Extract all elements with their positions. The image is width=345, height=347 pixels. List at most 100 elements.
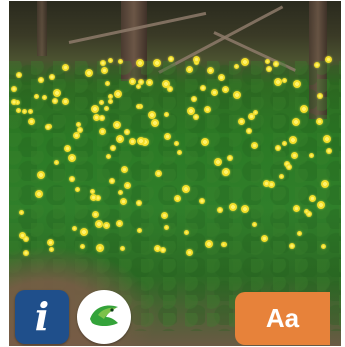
yellow-flower: [124, 182, 131, 189]
yellow-flower: [182, 185, 190, 193]
yellow-flower: [64, 145, 71, 152]
yellow-flower: [99, 128, 106, 135]
yellow-flower: [108, 58, 113, 63]
yellow-flower: [34, 94, 39, 99]
yellow-flower: [218, 74, 225, 81]
yellow-flower: [317, 201, 325, 209]
yellow-flower: [105, 81, 110, 86]
yellow-flower: [35, 190, 43, 198]
yellow-flower: [95, 220, 103, 228]
yellow-flower: [69, 176, 75, 182]
yellow-flower: [174, 141, 179, 146]
bird-logo-icon: [90, 305, 118, 326]
text-size-label: Aa: [265, 303, 300, 333]
yellow-flower: [314, 62, 320, 68]
yellow-flower: [238, 118, 245, 125]
yellow-flower: [155, 170, 162, 177]
yellow-flower: [49, 74, 55, 80]
yellow-flower: [108, 94, 113, 99]
yellow-flower: [99, 100, 104, 105]
yellow-flower: [214, 158, 222, 166]
yellow-flower: [118, 190, 123, 195]
yellow-flower: [205, 240, 213, 248]
yellow-flower: [193, 56, 200, 63]
yellow-flower: [162, 80, 170, 88]
yellow-flower: [129, 78, 136, 85]
yellow-flower: [222, 168, 230, 176]
yellow-flower: [93, 114, 100, 121]
yellow-flower: [136, 59, 144, 67]
yellow-flower: [19, 210, 24, 215]
yellow-flower: [201, 138, 209, 146]
yellow-flower: [297, 231, 302, 236]
yellow-flower: [252, 222, 257, 227]
yellow-flower: [42, 95, 47, 100]
yellow-flower: [151, 119, 159, 127]
yellow-flower: [110, 145, 116, 151]
yellow-flower: [116, 135, 124, 143]
yellow-flower: [11, 99, 17, 105]
yellow-flower: [106, 154, 111, 159]
yellow-flower: [80, 228, 88, 236]
yellow-flower: [326, 148, 332, 154]
yellow-flower: [101, 67, 108, 74]
yellow-flower: [291, 152, 298, 159]
yellow-flower: [137, 137, 145, 145]
yellow-flower: [233, 91, 241, 99]
yellow-flower: [85, 69, 93, 77]
yellow-flower: [265, 59, 270, 64]
yellow-flower: [104, 106, 109, 111]
bird-logo-button[interactable]: [77, 290, 131, 344]
yellow-flower: [136, 200, 142, 206]
yellow-flower: [186, 66, 193, 73]
yellow-flower: [11, 86, 17, 92]
yellow-flower: [251, 142, 258, 149]
yellow-flower: [136, 84, 141, 89]
yellow-flower: [28, 109, 33, 114]
yellow-flower: [321, 180, 329, 188]
yellow-flower: [199, 198, 205, 204]
yellow-flower: [113, 121, 121, 129]
yellow-flower: [325, 56, 332, 63]
yellow-flower: [316, 118, 323, 125]
yellow-flower: [53, 89, 61, 97]
yellow-flower: [204, 106, 211, 113]
yellow-flower: [289, 136, 297, 144]
yellow-flower: [266, 66, 272, 72]
yellow-flower: [321, 244, 326, 249]
yellow-flower: [323, 135, 331, 143]
yellow-flower: [16, 108, 21, 113]
info-icon: i: [34, 294, 50, 339]
yellow-flower: [309, 195, 316, 202]
yellow-flower: [263, 180, 270, 187]
yellow-flower: [309, 153, 314, 158]
yellow-flower: [90, 194, 97, 201]
yellow-flower: [317, 93, 323, 99]
yellow-flower: [184, 230, 189, 235]
yellow-flower: [108, 99, 113, 104]
yellow-flower: [164, 112, 169, 117]
yellow-flower: [304, 209, 309, 214]
text-size-button[interactable]: Aa: [235, 292, 330, 345]
yellow-flower: [146, 79, 153, 86]
yellow-flower: [23, 250, 29, 256]
yellow-flower: [300, 105, 308, 113]
yellow-flower: [75, 187, 80, 192]
yellow-flower: [16, 72, 22, 78]
yellow-flower: [289, 243, 295, 249]
yellow-flower: [292, 118, 300, 126]
yellow-flower: [121, 166, 128, 173]
yellow-flower: [207, 67, 214, 74]
photo-frame: i Aa: [9, 1, 341, 346]
yellow-flower: [120, 246, 125, 251]
yellow-flower: [234, 64, 239, 69]
yellow-flower: [164, 225, 169, 230]
yellow-flower: [28, 118, 35, 125]
yellow-flower: [217, 207, 223, 213]
yellow-flower: [177, 150, 182, 155]
info-button[interactable]: i: [15, 290, 69, 344]
yellow-flower: [229, 203, 237, 211]
yellow-flower: [148, 111, 156, 119]
yellow-flower: [286, 164, 292, 170]
yellow-flower: [76, 122, 81, 127]
